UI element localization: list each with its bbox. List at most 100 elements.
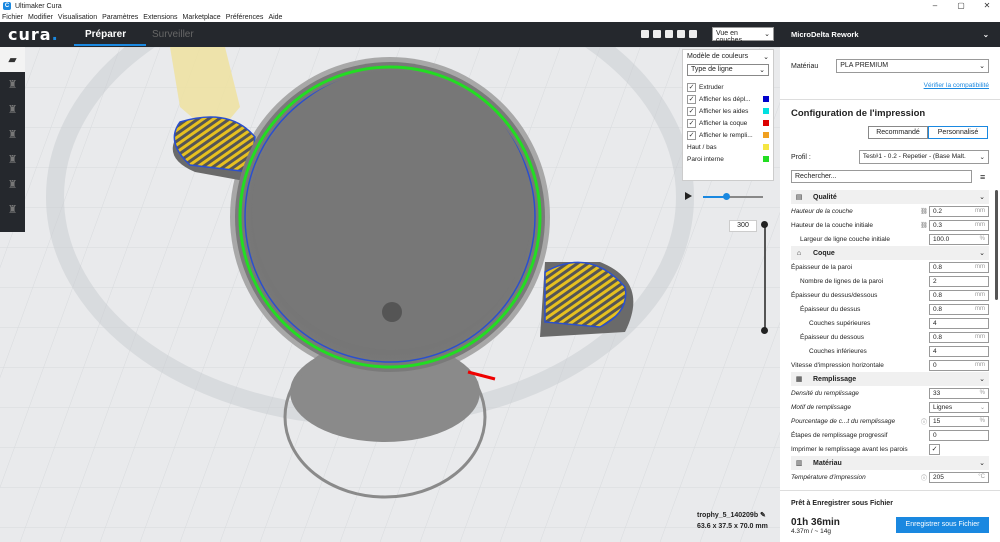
open-folder-icon[interactable]: ▰ xyxy=(0,47,25,72)
printer-selector[interactable]: MicroDelta Rework ⌄ xyxy=(780,22,1000,47)
material-select[interactable]: PLA PREMIUM ⌄ xyxy=(836,59,989,73)
checkbox-extruder[interactable]: ✓ xyxy=(687,82,696,92)
setting-row: Hauteur de la couche ⛓ 0.2 mm xyxy=(791,204,989,218)
checkbox-helpers[interactable]: ✓ xyxy=(687,106,696,116)
link-icon[interactable]: ⛓ xyxy=(919,208,929,215)
setting-row: Épaisseur du dessus 0.8 mm xyxy=(791,302,989,316)
category-header[interactable]: ▥ Matériau ⌄ xyxy=(791,456,989,470)
setting-value-field[interactable]: 0 mm xyxy=(929,359,989,371)
menu-extensions[interactable]: Extensions xyxy=(143,14,177,21)
setting-label: Couches supérieures xyxy=(809,319,871,327)
checkbox-travels[interactable]: ✓ xyxy=(687,94,696,104)
setting-label: Température d'impression xyxy=(791,473,866,481)
window-title: Ultimaker Cura xyxy=(15,2,62,10)
custom-button[interactable]: Personnalisé xyxy=(928,126,988,139)
path-slider[interactable] xyxy=(703,193,763,200)
cube-top-icon[interactable] xyxy=(665,30,673,38)
cube-front-icon[interactable] xyxy=(653,30,661,38)
mirror-icon[interactable]: ♜ xyxy=(0,147,25,172)
layer-slider-top-handle[interactable] xyxy=(761,221,768,228)
3d-viewport[interactable] xyxy=(0,47,780,542)
hamburger-menu-icon[interactable]: ≡ xyxy=(980,172,985,182)
cube-3d-icon[interactable] xyxy=(641,30,649,38)
cube-left-icon[interactable] xyxy=(677,30,685,38)
cube-right-icon[interactable] xyxy=(689,30,697,38)
pencil-icon[interactable]: ✎ xyxy=(760,512,766,519)
category-header[interactable]: ⌂ Coque ⌄ xyxy=(791,246,989,260)
menu-modifier[interactable]: Modifier xyxy=(28,14,53,21)
checkbox-infill[interactable]: ✓ xyxy=(687,130,696,140)
checkbox-shell[interactable]: ✓ xyxy=(687,118,696,128)
setting-value-field[interactable]: 4 xyxy=(929,345,989,357)
window-titlebar: C Ultimaker Cura – ▢ ✕ xyxy=(0,0,1000,12)
chevron-down-icon[interactable]: ⌄ xyxy=(979,193,985,201)
setting-value-field[interactable]: 0.3 mm xyxy=(929,219,989,231)
setting-label: Étapes de remplissage progressif xyxy=(791,431,888,439)
setting-value-field[interactable]: 0.8 mm xyxy=(929,331,989,343)
view-type-select[interactable]: Vue en couches ⌄ xyxy=(712,27,774,44)
layer-slider[interactable] xyxy=(761,221,768,334)
setting-value-field[interactable]: 33% xyxy=(929,387,989,399)
setting-value-field[interactable]: 205 °C xyxy=(929,471,989,483)
setting-value-field[interactable]: 4 xyxy=(929,317,989,329)
profile-select[interactable]: Test#1 - 0.2 - Repetier - (Base Malt. ⌄ xyxy=(858,150,989,164)
settings-scrollbar[interactable] xyxy=(995,190,998,300)
compatibility-link[interactable]: Vérifier la compatibilité xyxy=(924,82,989,89)
setting-value-field[interactable]: 100.0% xyxy=(929,233,989,245)
tab-surveiller[interactable]: Surveiller xyxy=(152,29,194,40)
rotate-icon[interactable]: ♜ xyxy=(0,122,25,147)
save-to-file-button[interactable]: Enregistrer sous Fichier xyxy=(896,517,989,533)
close-button[interactable]: ✕ xyxy=(974,0,1000,12)
setting-value-field[interactable]: 0.8 mm xyxy=(929,289,989,301)
chevron-down-icon: ⌄ xyxy=(982,30,989,39)
setting-value-field[interactable]: 0.8 mm xyxy=(929,303,989,315)
layer-number-input[interactable]: 300 xyxy=(729,220,757,232)
legend-item-extruder[interactable]: ✓ Extruder xyxy=(687,81,769,93)
path-slider-handle[interactable] xyxy=(723,193,730,200)
setting-unit: mm xyxy=(975,222,985,228)
setting-value-field[interactable]: 2 xyxy=(929,275,989,287)
scale-icon[interactable]: ♜ xyxy=(0,97,25,122)
chevron-down-icon[interactable]: ⌄ xyxy=(979,459,985,467)
object-name[interactable]: trophy_5_140209b xyxy=(697,512,758,519)
legend-item-travels[interactable]: ✓ Afficher les dépl... xyxy=(687,93,769,105)
recommended-button[interactable]: Recommandé xyxy=(868,126,928,139)
color-scheme-select[interactable]: Type de ligne ⌄ xyxy=(687,64,769,76)
setting-row: Épaisseur de la paroi 0.8 mm xyxy=(791,260,989,274)
setting-unit: % xyxy=(979,390,985,396)
menu-aide[interactable]: Aide xyxy=(268,14,282,21)
maximize-button[interactable]: ▢ xyxy=(948,0,974,12)
chevron-down-icon[interactable]: ⌄ xyxy=(979,249,985,257)
menu-marketplace[interactable]: Marketplace xyxy=(183,14,221,21)
setting-value-field[interactable]: 15% xyxy=(929,415,989,427)
tab-preparer[interactable]: Préparer xyxy=(85,29,126,40)
menu-visualisation[interactable]: Visualisation xyxy=(58,14,97,21)
setting-value-field[interactable]: 0 xyxy=(929,429,989,441)
minimize-button[interactable]: – xyxy=(922,0,948,12)
play-icon[interactable] xyxy=(685,192,692,200)
setting-checkbox[interactable]: ✓ xyxy=(929,443,940,455)
menu-preferences[interactable]: Préférences xyxy=(226,14,264,21)
settings-search-input[interactable]: Rechercher... xyxy=(791,170,972,183)
setting-value-field[interactable]: 0.2 mm xyxy=(929,205,989,217)
category-header[interactable]: ▤ Qualité ⌄ xyxy=(791,190,989,204)
menu-fichier[interactable]: Fichier xyxy=(2,14,23,21)
support-blocker-icon[interactable]: ♜ xyxy=(0,197,25,222)
color-model-header[interactable]: Modèle de couleurs ⌄ xyxy=(687,53,769,61)
legend-item-shell[interactable]: ✓ Afficher la coque xyxy=(687,117,769,129)
link-icon[interactable]: ⛓ xyxy=(919,222,929,229)
per-model-settings-icon[interactable]: ♜ xyxy=(0,172,25,197)
legend-item-infill[interactable]: ✓ Afficher le rempli... xyxy=(687,129,769,141)
legend-item-helpers[interactable]: ✓ Afficher les aides xyxy=(687,105,769,117)
info-icon[interactable]: ⓘ xyxy=(919,417,929,426)
move-icon[interactable]: ♜ xyxy=(0,72,25,97)
setting-value-field[interactable]: Lignes ⌄ xyxy=(929,401,989,413)
chevron-down-icon[interactable]: ⌄ xyxy=(979,375,985,383)
legend-item-top-bottom: Haut / bas xyxy=(687,141,769,153)
printer-name: MicroDelta Rework xyxy=(791,30,859,39)
info-icon[interactable]: ⓘ xyxy=(919,473,929,482)
layer-slider-bottom-handle[interactable] xyxy=(761,327,768,334)
category-header[interactable]: ▦ Remplissage ⌄ xyxy=(791,372,989,386)
menu-parametres[interactable]: Paramètres xyxy=(102,14,138,21)
setting-value-field[interactable]: 0.8 mm xyxy=(929,261,989,273)
